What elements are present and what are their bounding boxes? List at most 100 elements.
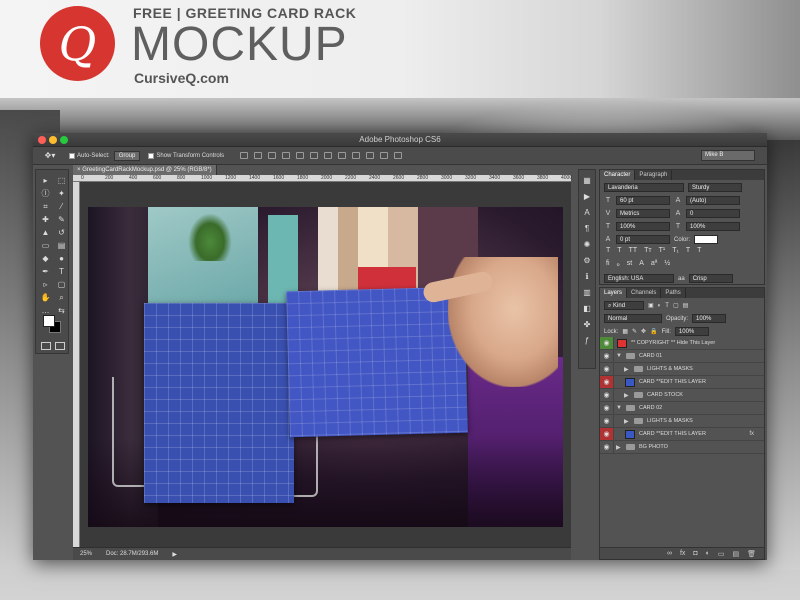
text-color-swatch[interactable] [694, 235, 719, 244]
layer-effects-icon[interactable]: fx [749, 431, 754, 437]
blend-mode-select[interactable]: Normal [604, 314, 662, 323]
lasso-icon[interactable]: ⓛ [39, 189, 52, 199]
status-arrow-icon[interactable]: ▶ [172, 551, 177, 558]
visibility-eye-icon[interactable]: ◉ [600, 402, 614, 414]
pen-icon[interactable]: ✒ [39, 267, 52, 277]
function-icon[interactable]: ƒ [581, 336, 593, 346]
adjustments-icon[interactable]: ✺ [581, 240, 593, 250]
lock-paint-icon[interactable]: ✎ [632, 328, 637, 335]
vertical-scale-field[interactable]: 100% [616, 222, 670, 231]
font-size-field[interactable]: 60 pt [616, 196, 670, 205]
tab-paragraph[interactable]: Paragraph [635, 170, 673, 180]
font-family-select[interactable]: Lavanderia [604, 183, 684, 192]
history-brush-icon[interactable]: ↺ [55, 228, 68, 238]
opacity-field[interactable]: 100% [692, 314, 727, 323]
hand-icon[interactable]: ✋ [39, 293, 52, 303]
distribute-bottom-icon[interactable] [352, 152, 361, 159]
align-right-icon[interactable] [310, 152, 319, 159]
distribute-hcenter-icon[interactable] [380, 152, 389, 159]
layer-row[interactable]: ◉ ▶ CARD STOCK [600, 389, 764, 402]
distribute-vcenter-icon[interactable] [338, 152, 347, 159]
kerning-field[interactable]: Metrics [616, 209, 670, 218]
titling-alt-icon[interactable]: A [639, 260, 644, 271]
visibility-eye-icon[interactable]: ◉ [600, 350, 614, 362]
stylistic-alt-icon[interactable]: st [627, 260, 632, 271]
visibility-eye-icon[interactable]: ◉ [600, 376, 614, 388]
dodge-icon[interactable]: ● [55, 254, 68, 264]
quick-mask-icon[interactable] [41, 342, 51, 350]
styles-icon[interactable]: ◧ [581, 304, 593, 314]
fraction-icon[interactable]: ½ [664, 260, 670, 271]
new-group-icon[interactable]: ▭ [718, 550, 725, 558]
small-caps-icon[interactable]: Tт [644, 247, 651, 258]
visibility-eye-icon[interactable]: ◉ [600, 389, 614, 401]
baseline-shift-field[interactable]: 0 pt [616, 235, 670, 244]
distribute-right-icon[interactable] [394, 152, 403, 159]
visibility-eye-icon[interactable]: ◉ [600, 441, 614, 453]
add-mask-icon[interactable]: ◘ [693, 550, 697, 557]
move-icon[interactable]: ▸ [39, 176, 52, 186]
eyedropper-icon[interactable]: ⁄ [55, 202, 68, 212]
layer-row[interactable]: ◉ ** COPYRIGHT ** Hide This Layer [600, 337, 764, 350]
tab-channels[interactable]: Channels [627, 288, 662, 298]
align-hcenter-icon[interactable] [296, 152, 305, 159]
strikethrough-icon[interactable]: T [697, 247, 701, 258]
add-style-icon[interactable]: fx [680, 550, 685, 557]
transform-controls-checkbox[interactable] [148, 152, 155, 159]
align-bottom-icon[interactable] [268, 152, 277, 159]
crop-icon[interactable]: ⌗ [39, 202, 52, 212]
layer-row[interactable]: ◉ ▼ CARD 01 [600, 350, 764, 363]
tab-paths[interactable]: Paths [661, 288, 686, 298]
mockup-card-left[interactable] [144, 303, 294, 503]
type-icon[interactable]: T [55, 267, 68, 277]
subscript-icon[interactable]: T₁ [672, 247, 679, 258]
foreground-color-swatch[interactable] [43, 315, 55, 327]
distribute-left-icon[interactable] [366, 152, 375, 159]
filter-adjust-icon[interactable]: ◐ [658, 303, 662, 309]
swatches-icon[interactable]: ▥ [581, 288, 593, 298]
path-selection-icon[interactable]: ▹ [39, 280, 52, 290]
group-expand-icon[interactable]: ▶ [624, 366, 631, 373]
all-caps-icon[interactable]: TT [629, 247, 638, 258]
group-expand-icon[interactable]: ▼ [616, 405, 623, 411]
paragraph-icon[interactable]: ¶ [581, 224, 593, 234]
fill-field[interactable]: 100% [674, 327, 709, 336]
character-icon[interactable]: A [581, 208, 593, 218]
ligature-icon[interactable]: fi [606, 260, 610, 271]
horizontal-scale-field[interactable]: 100% [686, 222, 740, 231]
new-layer-icon[interactable]: ▤ [732, 550, 739, 558]
screen-mode-icon[interactable] [55, 342, 65, 350]
filter-type-icon[interactable]: T [665, 303, 669, 309]
close-tab-icon[interactable]: × [77, 167, 81, 173]
blur-icon[interactable]: ◆ [39, 254, 52, 264]
properties-icon[interactable]: ⚙ [581, 256, 593, 266]
history-icon[interactable]: ▦ [581, 176, 593, 186]
workspace-switcher[interactable]: Mike B [701, 150, 755, 161]
auto-select-checkbox[interactable] [69, 152, 75, 159]
group-expand-icon[interactable]: ▼ [616, 353, 623, 359]
layer-row[interactable]: ◉ ▶ LIGHTS & MASKS [600, 363, 764, 376]
group-expand-icon[interactable]: ▶ [624, 418, 631, 425]
tab-character[interactable]: Character [600, 170, 636, 180]
language-select[interactable]: English: USA [604, 274, 674, 283]
filter-shape-icon[interactable]: ▢ [673, 302, 679, 309]
visibility-eye-icon[interactable]: ◉ [600, 415, 614, 427]
clone-stamp-icon[interactable]: ▲ [39, 228, 52, 238]
faux-italic-icon[interactable]: T [617, 247, 621, 258]
magic-wand-icon[interactable]: ✦ [55, 189, 68, 199]
marquee-icon[interactable]: ⬚ [55, 176, 68, 186]
superscript-icon[interactable]: T¹ [659, 247, 666, 258]
tab-layers[interactable]: Layers [600, 288, 628, 298]
faux-bold-icon[interactable]: T [606, 247, 610, 258]
auto-select-dropdown[interactable]: Group [113, 150, 141, 161]
mockup-card-right[interactable] [286, 286, 468, 438]
tracking-field[interactable]: 0 [686, 209, 740, 218]
anti-alias-select[interactable]: Crisp [688, 274, 733, 283]
actions-icon[interactable]: ▶ [581, 192, 593, 202]
gradient-icon[interactable]: ▤ [55, 241, 68, 251]
visibility-eye-icon[interactable]: ◉ [600, 363, 614, 375]
font-style-select[interactable]: Sturdy [688, 183, 742, 192]
brush-icon[interactable]: ✎ [55, 215, 68, 225]
distribute-top-icon[interactable] [324, 152, 333, 159]
filter-smart-icon[interactable]: ▤ [683, 302, 689, 309]
